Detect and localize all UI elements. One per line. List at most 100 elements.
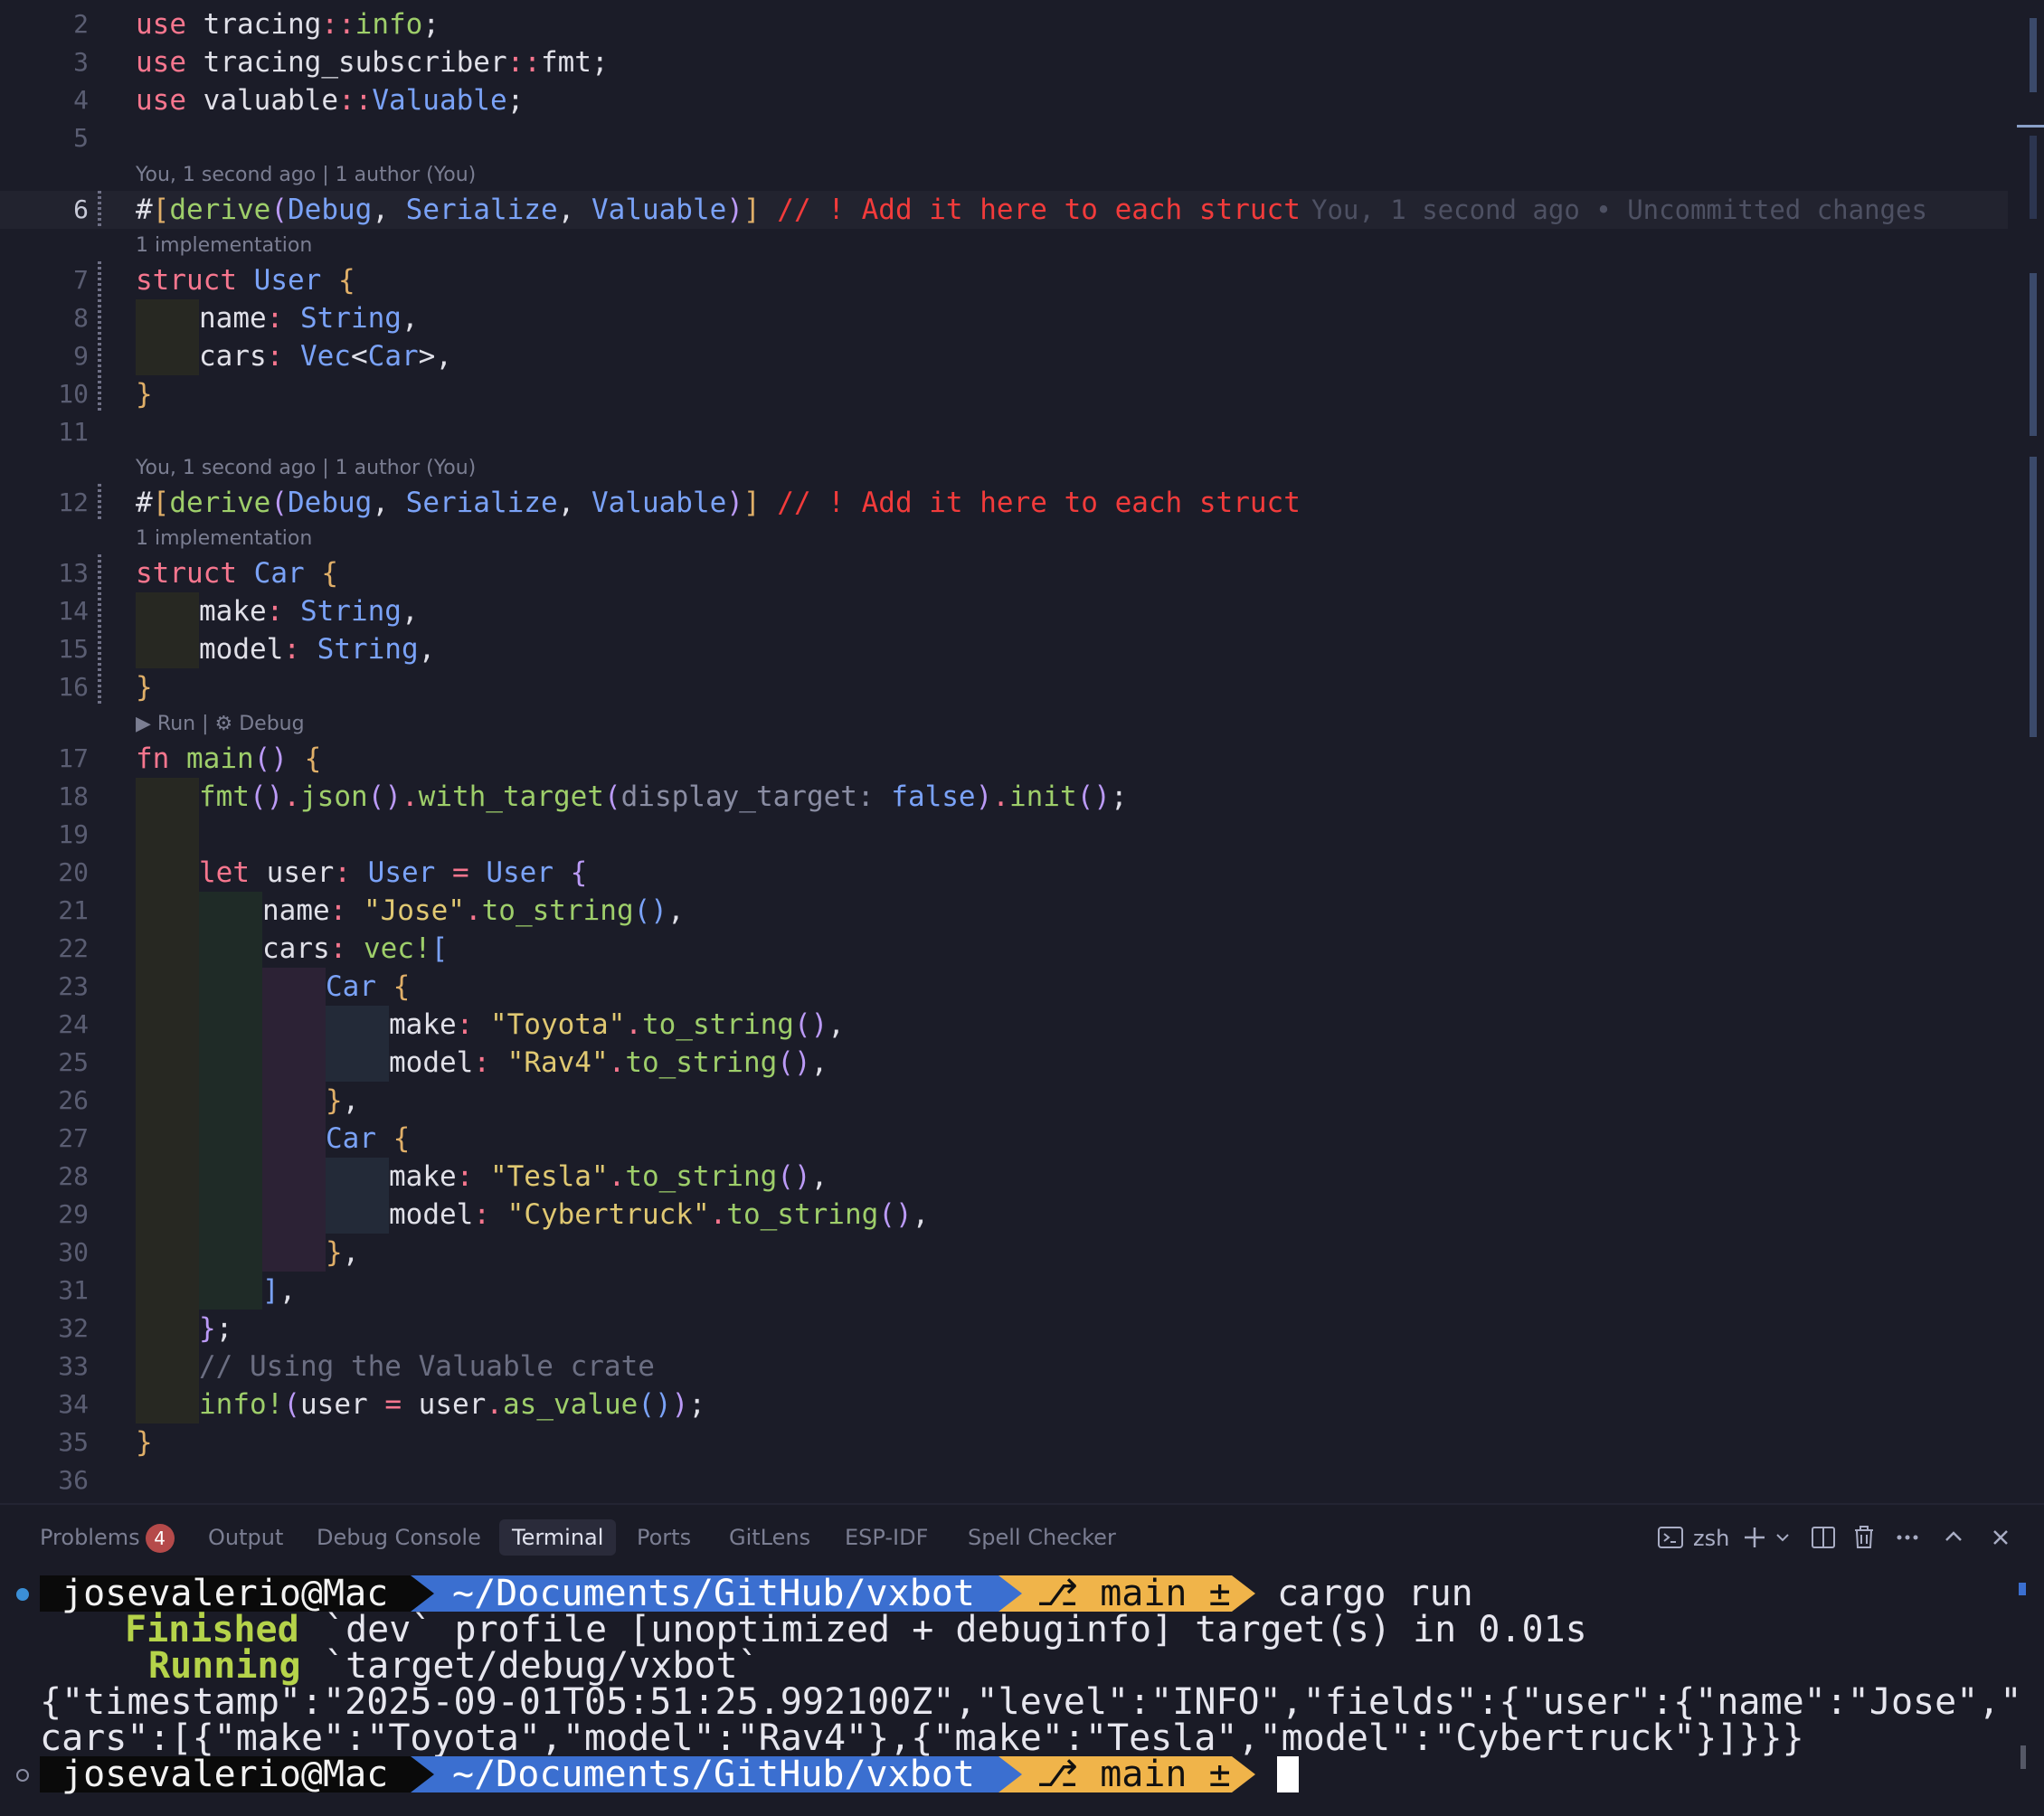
terminal-scrollbar[interactable]	[2020, 1745, 2026, 1769]
git-change-marker	[98, 261, 101, 299]
code-text: }	[136, 671, 153, 704]
code-line[interactable]: 7 struct User {	[0, 261, 2008, 299]
git-branch-icon: ⎇	[1036, 1754, 1101, 1795]
line-number: 35	[58, 1427, 89, 1457]
running-label: Running	[148, 1645, 301, 1687]
git-change-marker	[98, 299, 101, 337]
code-text: model: String,	[136, 630, 435, 668]
codelens-implementations[interactable]: 1 implementation	[136, 230, 312, 262]
code-editor[interactable]: 2 use tracing::info; 3 use tracing_subsc…	[0, 0, 2044, 1503]
bottom-panel: Problems 4 Output Debug Console Terminal …	[0, 1503, 2044, 1816]
line-number: 4	[73, 85, 89, 115]
scrollbar-change-marker	[2030, 18, 2037, 92]
git-change-marker	[98, 484, 101, 522]
line-number: 28	[58, 1161, 89, 1191]
code-line[interactable]: 8 name: String,	[0, 299, 2008, 337]
code-line-current[interactable]: 6 #[derive(Debug, Serialize, Valuable)] …	[0, 191, 2008, 229]
code-text: Car {	[136, 968, 410, 1006]
line-number: 10	[58, 379, 89, 409]
git-change-marker	[98, 191, 101, 229]
code-line[interactable]: 32 };	[0, 1310, 2008, 1348]
debug-codelens[interactable]: ⚙ Debug	[215, 713, 305, 735]
tab-esp-idf[interactable]: ESP-IDF	[832, 1519, 941, 1556]
code-line[interactable]: 9 cars: Vec<Car>,	[0, 337, 2008, 375]
code-line[interactable]: 35 }	[0, 1423, 2008, 1461]
code-line[interactable]: 16 }	[0, 668, 2008, 706]
code-line[interactable]: 36	[0, 1461, 2008, 1499]
code-line[interactable]: 31 ],	[0, 1272, 2008, 1310]
code-line[interactable]: 13 struct Car {	[0, 554, 2008, 592]
terminal-shell-name[interactable]: zsh	[1693, 1525, 1729, 1552]
code-line[interactable]: 2 use tracing::info;	[0, 5, 2008, 43]
editor-scrollbar-thumb[interactable]	[2030, 457, 2037, 737]
line-number: 21	[58, 895, 89, 925]
run-codelens[interactable]: ▶ Run	[136, 713, 195, 735]
codelens-implementations[interactable]: 1 implementation	[136, 523, 312, 555]
code-line[interactable]: 34 info!(user = user.as_value());	[0, 1386, 2008, 1423]
trash-icon[interactable]	[1852, 1525, 1876, 1556]
code-line[interactable]: 30 },	[0, 1234, 2008, 1272]
tab-spell-checker[interactable]: Spell Checker	[955, 1519, 1129, 1556]
terminal-icon[interactable]	[1657, 1525, 1684, 1556]
code-line[interactable]: 18 fmt().json().with_target(display_targ…	[0, 778, 2008, 816]
code-line[interactable]: 23 Car {	[0, 968, 2008, 1006]
code-line[interactable]: 11	[0, 413, 2008, 451]
line-number: 5	[73, 123, 89, 153]
close-icon[interactable]	[1990, 1525, 2011, 1556]
line-number: 7	[73, 265, 89, 295]
line-number: 32	[58, 1313, 89, 1343]
code-line[interactable]: 17 fn main() {	[0, 740, 2008, 778]
code-line[interactable]: 26 },	[0, 1082, 2008, 1120]
code-line[interactable]: 10 }	[0, 375, 2008, 413]
code-line[interactable]: 24 make: "Toyota".to_string(),	[0, 1006, 2008, 1044]
code-line[interactable]: 29 model: "Cybertruck".to_string(),	[0, 1196, 2008, 1234]
plus-icon[interactable]	[1742, 1525, 1767, 1556]
code-line[interactable]: 22 cars: vec![	[0, 930, 2008, 968]
code-text: // Using the Valuable crate	[136, 1348, 655, 1386]
more-icon[interactable]	[1896, 1525, 1919, 1556]
code-line[interactable]: 25 model: "Rav4".to_string(),	[0, 1044, 2008, 1082]
line-number: 34	[58, 1389, 89, 1419]
chevron-down-icon[interactable]	[1774, 1525, 1791, 1556]
prompt-branch: ⎇ main ±	[998, 1756, 1232, 1792]
code-text: model: "Rav4".to_string(),	[136, 1044, 828, 1082]
prompt-separator	[998, 1756, 1022, 1792]
split-icon[interactable]	[1811, 1525, 1836, 1556]
code-line[interactable]: 21 name: "Jose".to_string(),	[0, 892, 2008, 930]
code-line[interactable]: 12 #[derive(Debug, Serialize, Valuable)]…	[0, 484, 2008, 522]
code-line[interactable]: 15 model: String,	[0, 630, 2008, 668]
code-line[interactable]: 28 make: "Tesla".to_string(),	[0, 1158, 2008, 1196]
scroll-position-marker	[2017, 125, 2044, 128]
log-output-line: cars":[{"make":"Toyota","model":"Rav4"},…	[40, 1717, 1804, 1759]
tab-problems[interactable]: Problems 4	[27, 1519, 187, 1556]
line-number: 2	[73, 9, 89, 39]
line-number: 11	[58, 417, 89, 447]
code-line[interactable]: 3 use tracing_subscriber::fmt;	[0, 43, 2008, 81]
code-line[interactable]: 19	[0, 816, 2008, 854]
tab-output[interactable]: Output	[195, 1519, 296, 1556]
code-text: },	[136, 1234, 359, 1272]
line-number: 29	[58, 1199, 89, 1229]
tab-ports[interactable]: Ports	[624, 1519, 704, 1556]
code-line[interactable]: 14 make: String,	[0, 592, 2008, 630]
tab-debug-console[interactable]: Debug Console	[304, 1519, 494, 1556]
code-line[interactable]: 4 use valuable::Valuable;	[0, 81, 2008, 119]
code-text: struct User {	[136, 264, 355, 297]
code-line[interactable]: 33 // Using the Valuable crate	[0, 1348, 2008, 1386]
problems-badge: 4	[145, 1524, 175, 1553]
line-number: 20	[58, 857, 89, 887]
line-number: 33	[58, 1351, 89, 1381]
line-number: 12	[58, 487, 89, 517]
prompt-path: ~/Documents/GitHub/vxbot	[411, 1756, 998, 1792]
terminal-output[interactable]: josevalerio@Mac ~/Documents/GitHub/vxbot…	[0, 1565, 2026, 1816]
prompt-separator	[1232, 1756, 1255, 1792]
line-number: 18	[58, 781, 89, 811]
code-line[interactable]: 20 let user: User = User {	[0, 854, 2008, 892]
code-line[interactable]: 27 Car {	[0, 1120, 2008, 1158]
codelens-blame[interactable]: You, 1 second ago | 1 author (You)	[136, 159, 476, 192]
tab-terminal[interactable]: Terminal	[499, 1519, 617, 1556]
codelens-blame[interactable]: You, 1 second ago | 1 author (You)	[136, 452, 476, 485]
chevron-up-icon[interactable]	[1943, 1525, 1964, 1556]
code-line[interactable]: 5	[0, 119, 2008, 157]
tab-gitlens[interactable]: GitLens	[716, 1519, 823, 1556]
